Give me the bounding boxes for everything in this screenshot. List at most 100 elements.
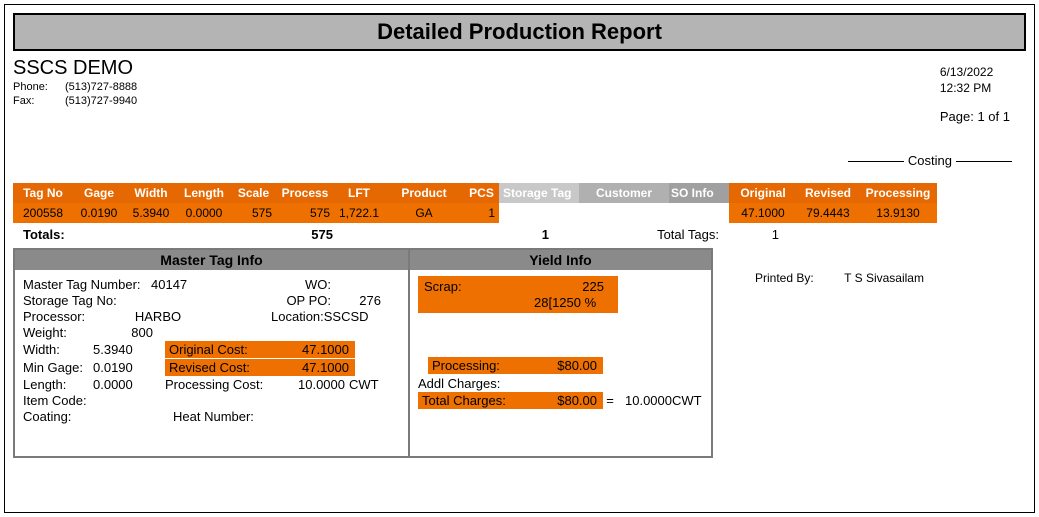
cell-customer: [579, 203, 669, 223]
addl-label: Addl Charges:: [418, 376, 500, 391]
weight-label: Weight:: [23, 325, 93, 340]
hdr-scale: Scale: [231, 183, 276, 203]
cell-revised: 79.4443: [797, 203, 859, 223]
fax-label: Fax:: [13, 95, 57, 107]
hdr-process: Process: [276, 183, 334, 203]
hdr-length: Length: [177, 183, 231, 203]
weight-value: 800: [93, 325, 153, 340]
hdr-lft: LFT: [334, 183, 384, 203]
report-meta: 6/13/2022 12:32 PM Page: 1 of 1: [940, 65, 1010, 126]
printed-by-value: T S Sivasailam: [844, 271, 924, 285]
master-panel-body: Master Tag Number: 40147 WO: Storage Tag…: [15, 270, 408, 456]
processing-value: $80.00: [527, 358, 597, 373]
coating-label: Coating:: [23, 409, 173, 424]
cell-processing: 13.9130: [859, 203, 937, 223]
fax-value: (513)727-9940: [65, 95, 137, 107]
location-value: SSCSD: [324, 309, 369, 324]
processor-label: Processor:: [23, 309, 103, 324]
hdr-tag-no: Tag No: [13, 183, 73, 203]
orig-cost-label: Original Cost:: [169, 342, 269, 357]
proc-cost-unit: CWT: [349, 377, 379, 392]
cell-tag-no: 200558: [13, 203, 73, 223]
rev-cost-label: Revised Cost:: [169, 360, 269, 375]
scrap-pct: 1250 %: [552, 295, 596, 310]
scrap-label: Scrap:: [424, 279, 534, 294]
table-header: Tag No Gage Width Length Scale Process L…: [13, 183, 1026, 203]
master-tag-value: 40147: [151, 277, 271, 292]
equals-sign: =: [603, 393, 617, 408]
total-cwt-unit: CWT: [672, 393, 702, 408]
total-charges-value: $80.00: [527, 393, 597, 408]
min-gage-label: Min Gage:: [23, 360, 93, 375]
hdr-revised: Revised: [797, 183, 859, 203]
heat-label: Heat Number:: [173, 409, 254, 424]
hdr-customer: Customer: [579, 183, 669, 203]
width-value: 5.3940: [93, 342, 165, 357]
info-panels: Master Tag Info Master Tag Number: 40147…: [13, 248, 713, 458]
report-title: Detailed Production Report: [13, 13, 1026, 51]
processing-label: Processing:: [432, 358, 527, 373]
table-row: 200558 0.0190 5.3940 0.0000 575 575 1,72…: [13, 203, 1026, 223]
hdr-gage: Gage: [73, 183, 125, 203]
report-time: 12:32 PM: [940, 81, 1010, 95]
totals-scale: 575: [273, 227, 333, 242]
phone-row: Phone: (513)727-8888: [13, 81, 1026, 93]
printed-by: Printed By: T S Sivasailam: [755, 271, 924, 285]
hdr-so-info: SO Info: [669, 183, 729, 203]
master-tag-label: Master Tag Number:: [23, 277, 151, 292]
rev-cost-value: 47.1000: [269, 360, 349, 375]
page-indicator: Page: 1 of 1: [940, 109, 1010, 124]
proc-cost-value: 10.0000: [273, 377, 345, 392]
cell-storage-tag: [499, 203, 579, 223]
company-block: SSCS DEMO Phone: (513)727-8888 Fax: (513…: [13, 57, 1026, 107]
processor-value: HARBO: [103, 309, 213, 324]
length-label: Length:: [23, 377, 93, 392]
total-charges-label: Total Charges:: [422, 393, 527, 408]
totals-label: Totals:: [23, 227, 273, 242]
scrap-prefix: 28[: [534, 295, 552, 310]
costing-section-label: Costing: [844, 153, 1016, 168]
item-code-label: Item Code:: [23, 393, 87, 408]
hdr-processing: Processing: [859, 183, 937, 203]
cell-gage: 0.0190: [73, 203, 125, 223]
report-frame: Detailed Production Report SSCS DEMO Pho…: [4, 4, 1035, 513]
phone-value: (513)727-8888: [65, 81, 137, 93]
report-date: 6/13/2022: [940, 65, 1010, 79]
master-panel-title: Master Tag Info: [15, 250, 408, 270]
phone-label: Phone:: [13, 81, 57, 93]
master-panel: Master Tag Info Master Tag Number: 40147…: [15, 250, 410, 456]
width-label: Width:: [23, 342, 93, 357]
total-tags-value: 1: [719, 227, 779, 242]
wo-label: WO:: [271, 277, 331, 292]
cell-so-info: [669, 203, 729, 223]
proc-cost-label: Processing Cost:: [165, 377, 273, 392]
cell-length: 0.0000: [177, 203, 231, 223]
length-value: 0.0000: [93, 377, 165, 392]
oppo-label: OP PO:: [271, 293, 331, 308]
cell-product: GA: [384, 203, 464, 223]
fax-row: Fax: (513)727-9940: [13, 95, 1026, 107]
printed-by-label: Printed By:: [755, 271, 814, 285]
hdr-pcs: PCS: [464, 183, 499, 203]
total-tags-label: Total Tags:: [549, 227, 719, 242]
yield-panel-body: Scrap: 225 28[1250 % Processing: $80.00 …: [410, 270, 711, 456]
costing-label-text: Costing: [908, 153, 952, 168]
oppo-value: 276: [331, 293, 381, 308]
total-cwt-value: 10.0000: [625, 393, 672, 408]
company-name: SSCS DEMO: [13, 57, 1026, 79]
hdr-product: Product: [384, 183, 464, 203]
min-gage-value: 0.0190: [93, 360, 165, 375]
orig-cost-value: 47.1000: [269, 342, 349, 357]
totals-pcs: 1: [333, 227, 549, 242]
scrap-value: 225: [534, 279, 604, 294]
cell-scale: 575: [231, 203, 276, 223]
hdr-original: Original: [729, 183, 797, 203]
cell-width: 5.3940: [125, 203, 177, 223]
cell-lft: 1,722.1: [334, 203, 384, 223]
cell-pcs: 1: [464, 203, 499, 223]
yield-panel: Yield Info Scrap: 225 28[1250 % Processi…: [410, 250, 711, 456]
location-label: Location:: [271, 309, 324, 324]
yield-panel-title: Yield Info: [410, 250, 711, 270]
hdr-storage-tag: Storage Tag: [499, 183, 579, 203]
cell-original: 47.1000: [729, 203, 797, 223]
